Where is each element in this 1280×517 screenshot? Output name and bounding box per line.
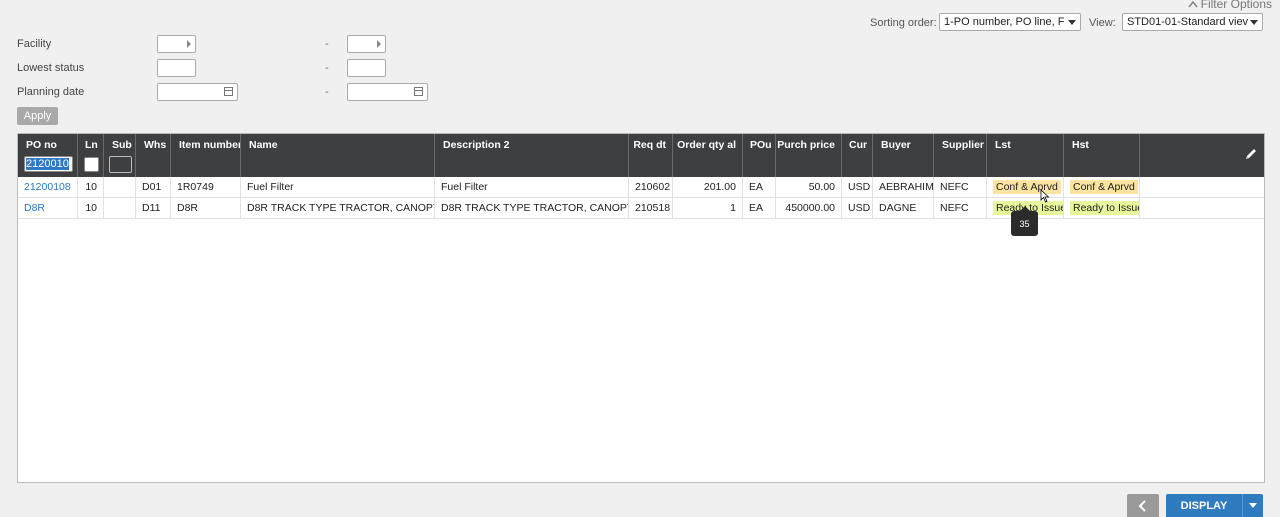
cell-cur: USD: [842, 177, 873, 197]
cell-hst: Conf & Aprvd: [1064, 177, 1140, 197]
status-badge: Conf & Aprvd: [993, 180, 1061, 194]
column-header-hst[interactable]: Hst: [1064, 134, 1140, 177]
display-button[interactable]: DISPLAY: [1166, 494, 1263, 517]
expand-arrow-icon: [377, 40, 381, 48]
mouse-cursor-icon: [1040, 189, 1050, 203]
column-header-item-number[interactable]: Item number: [171, 134, 241, 177]
column-header-buyer[interactable]: Buyer: [873, 134, 934, 177]
planning-date-range-dash: -: [325, 86, 329, 98]
cell-buyer: DAGNE: [873, 198, 934, 218]
table-row[interactable]: 21200108 10 D01 1R0749 Fuel Filter Fuel …: [18, 177, 1264, 198]
cell-purch-price: 50.00: [776, 177, 842, 197]
cell-lst: Conf & Aprvd: [987, 177, 1064, 197]
cell-item-number: 1R0749: [171, 177, 241, 197]
cell-order-qty: 201.00: [673, 177, 743, 197]
cell-buyer: AEBRAHIM: [873, 177, 934, 197]
cell-whs: D11: [136, 198, 171, 218]
calendar-icon[interactable]: [224, 87, 233, 96]
chevron-up-icon: [1188, 0, 1198, 8]
display-button-label[interactable]: DISPLAY: [1166, 494, 1243, 517]
cell-req-dt: 210518: [629, 198, 673, 218]
lowest-status-range-dash: -: [325, 62, 329, 74]
cell-ln: 10: [78, 198, 104, 218]
calendar-icon[interactable]: [414, 87, 423, 96]
cell-sub: [104, 198, 136, 218]
previous-button[interactable]: [1127, 494, 1159, 517]
cell-description-2: Fuel Filter: [435, 177, 629, 197]
facility-label: Facility: [17, 38, 52, 50]
filter-options-toggle[interactable]: Filter Options: [1188, 0, 1272, 11]
planning-date-to-field[interactable]: [347, 83, 428, 101]
lowest-status-to-field[interactable]: [347, 59, 386, 77]
cell-item-number: D8R: [171, 198, 241, 218]
cell-description-2: D8R TRACK TYPE TRACTOR, CANOPY: [435, 198, 629, 218]
chevron-left-icon: [1138, 499, 1146, 512]
cell-name: Fuel Filter: [241, 177, 435, 197]
lowest-status-from-field[interactable]: [157, 59, 196, 77]
po-no-filter-input[interactable]: 2120010: [24, 156, 73, 172]
planning-date-label: Planning date: [17, 86, 85, 98]
po-number-link[interactable]: 21200108: [18, 177, 78, 197]
purchase-order-grid: PO no Ln Sub Whs Item number Name Descri…: [17, 133, 1265, 483]
cell-supplier: NEFC: [934, 198, 987, 218]
cell-pou: EA: [743, 198, 776, 218]
cell-whs: D01: [136, 177, 171, 197]
apply-button[interactable]: Apply: [17, 107, 58, 125]
column-header-supplier[interactable]: Supplier: [934, 134, 987, 177]
grid-header: PO no Ln Sub Whs Item number Name Descri…: [18, 134, 1264, 177]
status-badge: Conf & Aprvd: [1070, 180, 1138, 194]
cell-pou: EA: [743, 177, 776, 197]
ln-filter-input[interactable]: [84, 157, 99, 172]
chevron-down-icon: [1250, 19, 1258, 25]
view-label: View:: [1089, 17, 1116, 29]
column-header-name[interactable]: Name: [241, 134, 435, 177]
filter-options-label: Filter Options: [1200, 0, 1272, 11]
column-header-cur[interactable]: Cur: [842, 134, 873, 177]
sub-filter-input[interactable]: [109, 156, 132, 173]
status-badge: Ready to Issue: [1070, 201, 1139, 215]
status-tooltip: 35: [1011, 206, 1038, 236]
column-header-whs[interactable]: Whs: [136, 134, 171, 177]
column-header-req-dt[interactable]: Req dt: [629, 134, 673, 177]
cell-order-qty: 1: [673, 198, 743, 218]
sorting-order-label: Sorting order:: [870, 17, 937, 29]
view-select[interactable]: STD01-01-Standard viev: [1122, 13, 1263, 31]
pencil-icon[interactable]: [1244, 147, 1258, 161]
sorting-order-select[interactable]: 1-PO number, PO line, F: [939, 13, 1081, 31]
column-header-purch-price[interactable]: Purch price: [776, 134, 842, 177]
cell-req-dt: 210602: [629, 177, 673, 197]
cell-cur: USD: [842, 198, 873, 218]
chevron-down-icon: [1249, 503, 1257, 508]
cell-hst: Ready to Issue: [1064, 198, 1140, 218]
display-options-dropdown[interactable]: [1243, 494, 1263, 517]
cell-purch-price: 450000.00: [776, 198, 842, 218]
column-header-lst[interactable]: Lst: [987, 134, 1064, 177]
expand-arrow-icon: [187, 40, 191, 48]
facility-from-field[interactable]: [157, 35, 196, 53]
column-header-order-qty[interactable]: Order qty al: [673, 134, 743, 177]
table-row[interactable]: D8R 10 D11 D8R D8R TRACK TYPE TRACTOR, C…: [18, 198, 1264, 219]
column-header-pou[interactable]: POu: [743, 134, 776, 177]
facility-range-dash: -: [325, 38, 329, 50]
cell-name: D8R TRACK TYPE TRACTOR, CANOPY: [241, 198, 435, 218]
facility-to-field[interactable]: [347, 35, 386, 53]
cell-supplier: NEFC: [934, 177, 987, 197]
cell-sub: [104, 177, 136, 197]
po-number-link[interactable]: D8R: [18, 198, 78, 218]
cell-ln: 10: [78, 177, 104, 197]
chevron-down-icon: [1068, 19, 1076, 25]
lowest-status-label: Lowest status: [17, 62, 85, 74]
planning-date-from-field[interactable]: [157, 83, 238, 101]
column-header-description-2[interactable]: Description 2: [435, 134, 629, 177]
